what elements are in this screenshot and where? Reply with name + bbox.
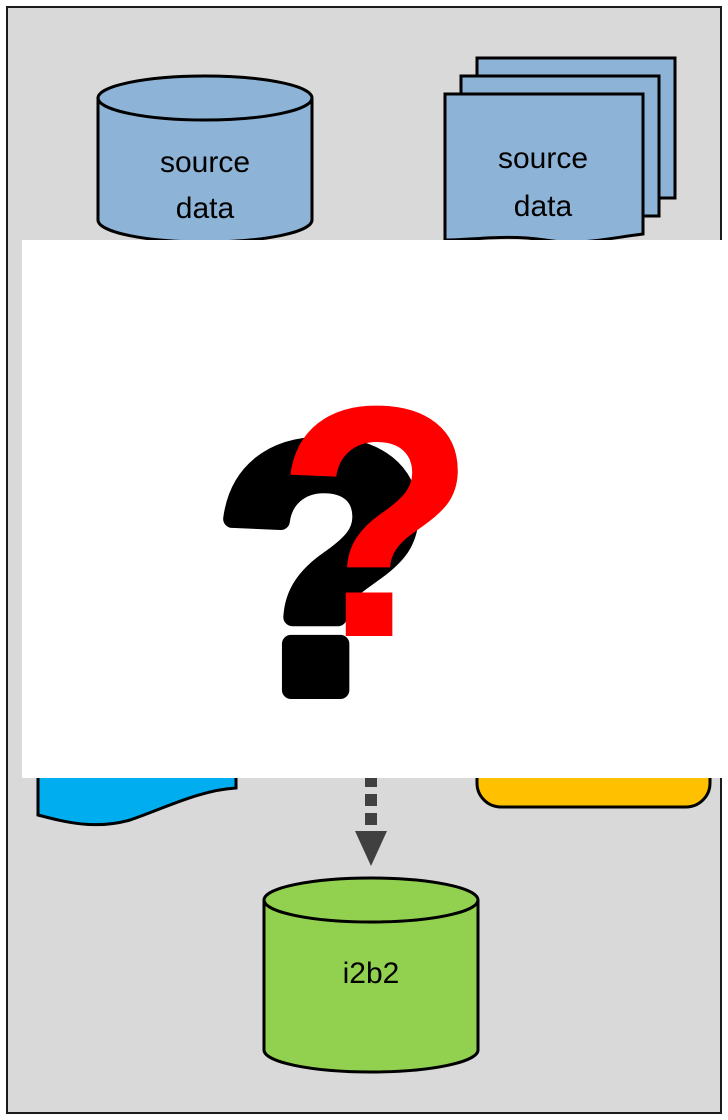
database-top-icon: [96, 74, 314, 122]
source-database-label-line2: data: [176, 192, 235, 225]
etl-diagram: source data source data i2b2 ? ?: [6, 6, 728, 1114]
i2b2-database: i2b2: [262, 876, 480, 1074]
source-documents-label-line2: data: [514, 190, 573, 223]
question-mark-icon: ? ?: [207, 337, 477, 774]
source-database-label-line1: source: [160, 146, 250, 179]
question-mark: ?: [275, 337, 477, 706]
source-documents-label-line1: source: [498, 142, 588, 175]
source-database: source data: [96, 74, 314, 244]
i2b2-label: i2b2: [343, 957, 400, 990]
database-top-icon: [262, 876, 480, 924]
source-documents: source data: [443, 56, 677, 244]
